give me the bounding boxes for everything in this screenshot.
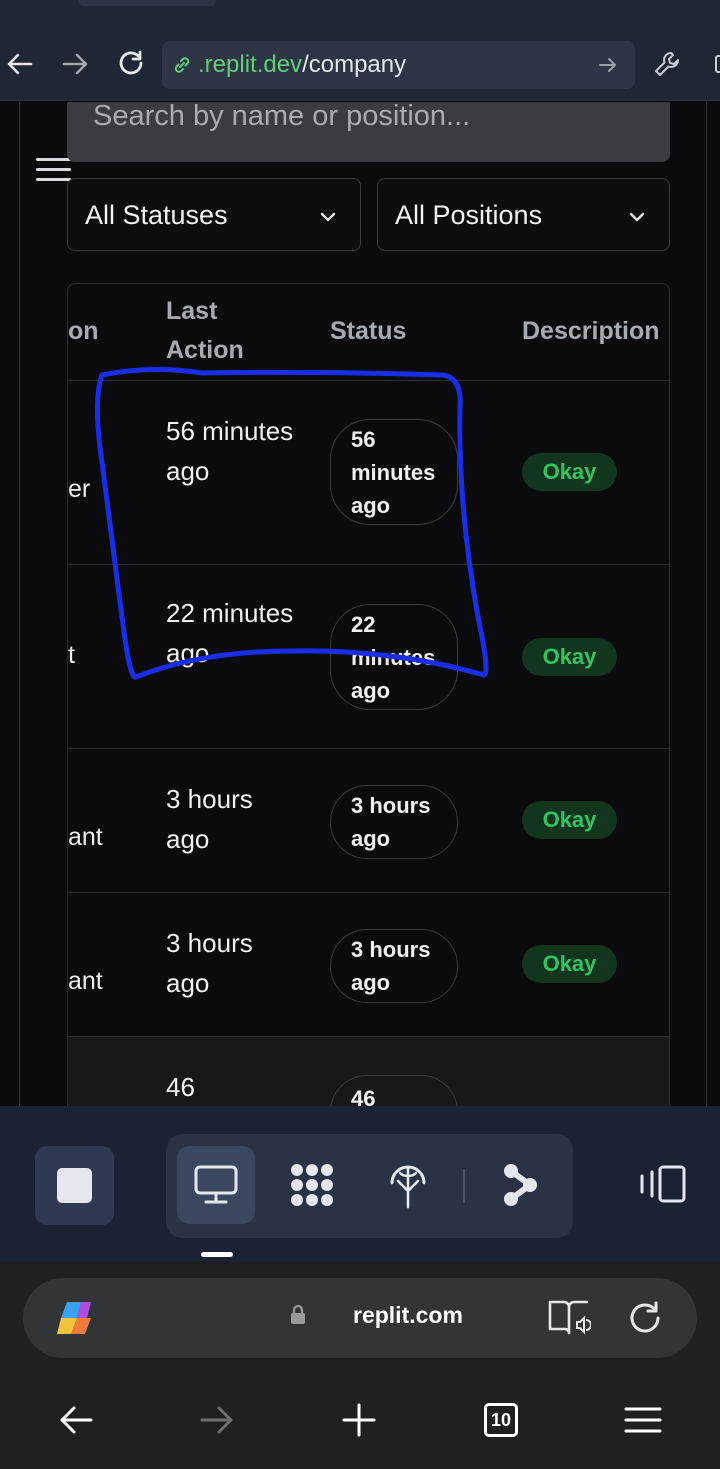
share-button[interactable]: [481, 1146, 559, 1224]
url-path: /company: [302, 51, 407, 78]
toolbar-group: [166, 1134, 573, 1238]
share-tab-icon[interactable]: [700, 44, 720, 84]
address-text: replit.com: [353, 1302, 463, 1328]
desktop-icon: [194, 1165, 238, 1204]
copilot-icon[interactable]: [53, 1296, 97, 1345]
search-input[interactable]: Search by name or position...: [67, 102, 670, 162]
header-status[interactable]: Status: [330, 312, 406, 351]
search-placeholder: Search by name or position...: [93, 102, 471, 132]
address-bar[interactable]: replit.com: [23, 1278, 697, 1358]
employee-table: on Last Action Status Description er 56 …: [67, 283, 670, 1106]
chevron-down-icon: [629, 212, 645, 222]
arrow-right-icon[interactable]: [189, 1392, 245, 1448]
status-badge-text: 22 minutes ago: [351, 611, 436, 703]
position-filter-label: All Positions: [395, 200, 543, 230]
tab-strip[interactable]: [78, 0, 216, 6]
page-content: Search by name or position... All Status…: [0, 102, 720, 1106]
arrow-left-icon[interactable]: [48, 1392, 104, 1448]
table-row[interactable]: ant 3 hours ago 3 hours ago Okay: [68, 748, 669, 892]
status-badge: 56 minutes ago: [330, 419, 458, 525]
share-icon: [504, 1164, 537, 1206]
header-description[interactable]: Description: [522, 312, 660, 351]
status-filter-label: All Statuses: [85, 200, 228, 230]
hamburger-menu-icon[interactable]: [36, 158, 72, 184]
table-row[interactable]: t 22 minutes ago 22 minutes ago Okay: [68, 564, 669, 748]
last-action-cell: 3 hours ago: [166, 928, 253, 998]
status-badge: 3 hours ago: [330, 929, 458, 1003]
content-border: [706, 102, 707, 1106]
refresh-icon[interactable]: [625, 1298, 665, 1343]
panel-icon[interactable]: [636, 1164, 688, 1209]
last-action-cell: 56 minutes ago: [166, 416, 294, 486]
position-cell: t: [68, 641, 75, 669]
status-filter-select[interactable]: All Statuses: [67, 178, 361, 251]
arrow-left-icon[interactable]: [0, 44, 40, 84]
network-icon: [390, 1165, 426, 1209]
link-icon: [171, 54, 193, 81]
position-cell: er: [68, 475, 91, 503]
stop-icon: [57, 1168, 92, 1203]
status-badge: 22 minutes ago: [330, 604, 458, 710]
header-position[interactable]: on: [68, 312, 99, 351]
desktop-button[interactable]: [177, 1146, 255, 1224]
device-toolbar: [0, 1106, 720, 1262]
status-badge-text: 56 minutes ago: [351, 426, 436, 518]
sidebar-border: [19, 102, 20, 1106]
position-cell: ant: [68, 823, 103, 851]
reload-icon[interactable]: [111, 44, 151, 84]
table-row[interactable]: 46 46: [68, 1036, 669, 1106]
stop-button[interactable]: [35, 1146, 114, 1225]
home-indicator: [201, 1252, 233, 1257]
tab-count: 10: [484, 1403, 518, 1437]
description-badge: Okay: [522, 945, 617, 983]
description-badge: Okay: [522, 638, 617, 676]
apps-button[interactable]: [273, 1146, 351, 1224]
lock-icon: [289, 1304, 307, 1331]
go-arrow-icon[interactable]: [598, 56, 618, 79]
description-badge: Okay: [522, 453, 617, 491]
toolbar-divider: [463, 1169, 465, 1203]
description-badge: Okay: [522, 801, 617, 839]
browser-bottom-bar: replit.com 10: [0, 1262, 720, 1469]
url-bar[interactable]: .replit.dev/company: [162, 41, 635, 89]
position-filter-select[interactable]: All Positions: [377, 178, 670, 251]
read-aloud-icon[interactable]: [547, 1298, 592, 1343]
apps-icon: [291, 1164, 333, 1206]
status-badge-text: 3 hours ago: [351, 793, 431, 851]
browser-top-bar: .replit.dev/company: [0, 0, 720, 101]
status-badge: 46: [330, 1075, 458, 1106]
header-last-action[interactable]: Last Action: [166, 292, 276, 370]
menu-icon[interactable]: [615, 1392, 671, 1448]
arrow-right-icon[interactable]: [55, 44, 95, 84]
plus-icon[interactable]: [331, 1392, 387, 1448]
network-button[interactable]: [369, 1146, 447, 1224]
last-action-cell: 46: [166, 1072, 195, 1102]
status-badge-text: 46: [351, 1086, 376, 1106]
position-cell: ant: [68, 967, 103, 995]
url-text[interactable]: .replit.dev/company: [198, 52, 406, 78]
table-row[interactable]: ant 3 hours ago 3 hours ago Okay: [68, 892, 669, 1036]
table-row[interactable]: er 56 minutes ago 56 minutes ago Okay: [68, 380, 669, 564]
status-badge: 3 hours ago: [330, 785, 458, 859]
tabs-button[interactable]: 10: [473, 1392, 529, 1448]
last-action-cell: 3 hours ago: [166, 784, 253, 854]
status-badge-text: 3 hours ago: [351, 937, 431, 995]
wrench-icon[interactable]: [647, 44, 687, 84]
chevron-down-icon: [320, 212, 336, 222]
url-domain: .replit.dev: [198, 51, 303, 78]
last-action-cell: 22 minutes ago: [166, 598, 294, 668]
